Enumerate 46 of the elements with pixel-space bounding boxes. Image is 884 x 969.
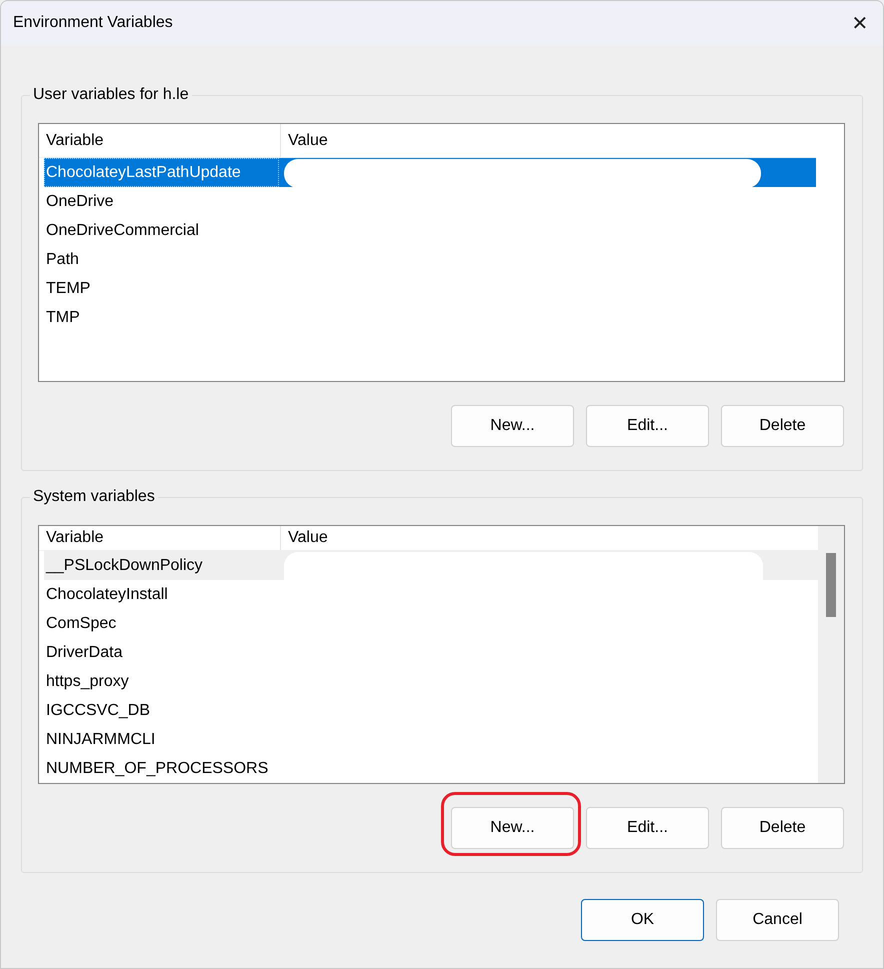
list-row[interactable]: NINJARMMCLI (44, 725, 818, 754)
delete-button[interactable]: Delete (721, 405, 844, 447)
variable-name: https_proxy (45, 672, 130, 692)
variable-list[interactable]: Variable Value ChocolateyLastPathUpdate OneDrive OneDriveCommercial Path TEMP TMP (38, 123, 845, 382)
column-header[interactable]: Variable (39, 124, 281, 157)
column-header[interactable]: Value (281, 526, 328, 550)
edit-button[interactable]: Edit... (586, 405, 709, 447)
column-header[interactable]: Variable (39, 526, 281, 550)
list-row[interactable]: Path (44, 245, 816, 274)
scrollbar[interactable] (818, 526, 844, 783)
variable-name: IGCCSVC_DB (45, 700, 152, 720)
edit-button[interactable]: Edit... (586, 807, 709, 849)
variable-name: NUMBER_OF_PROCESSORS (45, 758, 270, 778)
cancel-button[interactable]: Cancel (716, 899, 839, 941)
column-header[interactable]: Value (281, 124, 328, 157)
ok-button[interactable]: OK (581, 899, 704, 941)
list-row[interactable]: TMP (44, 303, 816, 332)
list-row[interactable]: OneDrive (44, 187, 816, 216)
new-button[interactable]: New... (451, 807, 574, 849)
variable-name: OneDriveCommercial (45, 220, 200, 240)
close-button[interactable]: ✕ (837, 1, 883, 45)
variable-name: NINJARMMCLI (45, 730, 156, 750)
list-row[interactable]: __PSLockDownPolicy (44, 551, 818, 580)
list-row[interactable]: TEMP (44, 274, 816, 303)
group-title: System variables (30, 487, 158, 507)
delete-button[interactable]: Delete (721, 807, 844, 849)
variable-name: Path (45, 250, 80, 270)
list-row[interactable]: https_proxy (44, 667, 818, 696)
window-title: Environment Variables (13, 14, 173, 32)
new-button[interactable]: New... (451, 405, 574, 447)
variable-name: TMP (45, 308, 81, 328)
list-row[interactable]: IGCCSVC_DB (44, 696, 818, 725)
list-row[interactable]: NUMBER_OF_PROCESSORS (44, 754, 818, 783)
list-row[interactable]: OneDriveCommercial (44, 216, 816, 245)
list-row[interactable]: DriverData (44, 638, 818, 667)
variable-name: TEMP (45, 278, 92, 298)
list-row[interactable]: ComSpec (44, 609, 818, 638)
variable-name: ChocolateyLastPathUpdate (44, 158, 279, 187)
variable-name: DriverData (45, 642, 124, 662)
variable-name: ChocolateyInstall (45, 584, 169, 604)
variable-name: ComSpec (45, 614, 118, 634)
variable-list[interactable]: Variable Value __PSLockDownPolicy ChocolateyInstall ComSpec DriverData https_proxy IGCCSVC_DB NINJARMMCLI NUMBER_OF_PROCESSORS (38, 525, 845, 784)
variable-name: OneDrive (45, 192, 115, 212)
list-row[interactable]: ChocolateyInstall (44, 580, 818, 609)
list-row[interactable]: ChocolateyLastPathUpdate (44, 158, 816, 187)
variable-name: __PSLockDownPolicy (44, 556, 204, 576)
